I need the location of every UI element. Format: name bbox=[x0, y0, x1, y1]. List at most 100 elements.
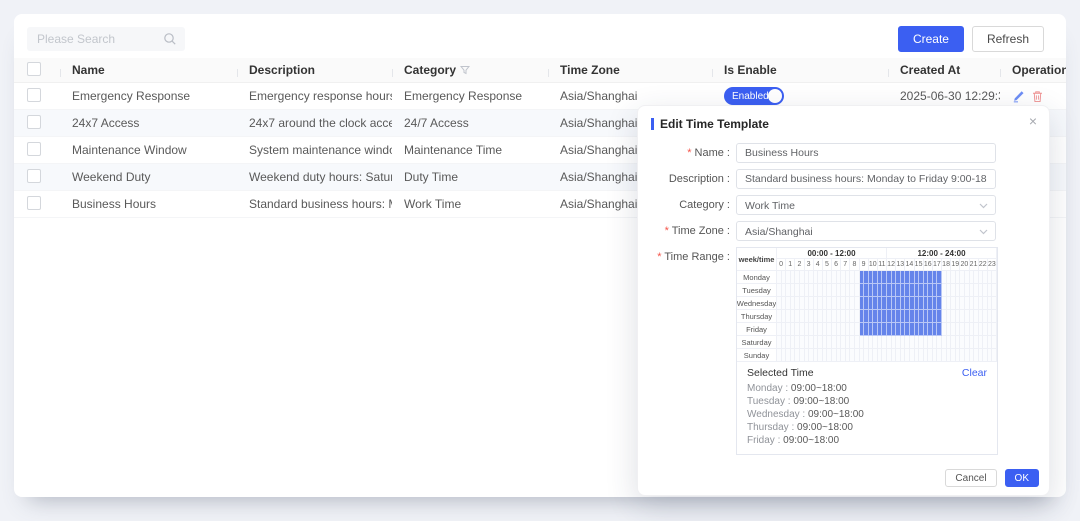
grid-hour-header: 13 bbox=[896, 259, 905, 271]
entry-range: 09:00~18:00 bbox=[791, 383, 847, 394]
chevron-down-icon bbox=[979, 229, 988, 235]
selected-time-entry: Friday09:00~18:00 bbox=[747, 434, 987, 447]
grid-hour-header: 12 bbox=[887, 259, 896, 271]
delete-icon[interactable] bbox=[1031, 90, 1044, 103]
title-accent-bar bbox=[651, 118, 654, 130]
name-label: Name bbox=[638, 143, 730, 163]
close-icon[interactable]: × bbox=[1029, 114, 1037, 128]
toggle-label: Enabled bbox=[724, 91, 769, 102]
column-header-timezone: Time Zone bbox=[548, 63, 712, 77]
grid-day-label: Saturday bbox=[737, 336, 777, 349]
row-name: Business Hours bbox=[60, 197, 237, 211]
grid-hour-header: 2 bbox=[795, 259, 804, 271]
entry-range: 09:00~18:00 bbox=[793, 396, 849, 407]
row-description: Emergency response hours: weekday... bbox=[237, 89, 392, 103]
row-category: Emergency Response bbox=[392, 89, 548, 103]
row-category: 24/7 Access bbox=[392, 116, 548, 130]
grid-time-cell[interactable] bbox=[992, 323, 997, 336]
search-input[interactable] bbox=[27, 27, 185, 51]
cancel-button[interactable]: Cancel bbox=[945, 469, 996, 487]
entry-range: 09:00~18:00 bbox=[783, 435, 839, 446]
dialog-title: Edit Time Template bbox=[660, 117, 769, 131]
refresh-button[interactable]: Refresh bbox=[972, 26, 1044, 52]
grid-hour-header: 5 bbox=[823, 259, 832, 271]
row-operation bbox=[1000, 90, 1066, 103]
selected-time-entry: Tuesday09:00~18:00 bbox=[747, 395, 987, 408]
grid-time-cell[interactable] bbox=[992, 284, 997, 297]
row-description: Standard business hours: Monday to ... bbox=[237, 197, 392, 211]
selected-time-entry: Wednesday09:00~18:00 bbox=[747, 408, 987, 421]
row-name: Emergency Response bbox=[60, 89, 237, 103]
row-checkbox[interactable] bbox=[27, 88, 41, 102]
row-description: System maintenance window: Sunda... bbox=[237, 143, 392, 157]
row-checkbox-cell bbox=[14, 196, 60, 213]
row-isenable: Enabled bbox=[712, 87, 888, 105]
row-name: Maintenance Window bbox=[60, 143, 237, 157]
grid-hour-header: 21 bbox=[970, 259, 979, 271]
timezone-selected-value: Asia/Shanghai bbox=[745, 226, 813, 238]
grid-time-cell[interactable] bbox=[992, 297, 997, 310]
category-selected-value: Work Time bbox=[745, 200, 795, 212]
grid-day-label: Wednesday bbox=[737, 297, 777, 310]
search-box bbox=[27, 27, 185, 51]
row-checkbox[interactable] bbox=[27, 142, 41, 156]
name-field[interactable] bbox=[736, 143, 996, 163]
grid-corner-label: week/time bbox=[737, 248, 777, 271]
grid-time-cell[interactable] bbox=[992, 336, 997, 349]
row-category: Maintenance Time bbox=[392, 143, 548, 157]
create-button[interactable]: Create bbox=[898, 26, 964, 52]
description-field[interactable] bbox=[736, 169, 996, 189]
grid-hour-header: 3 bbox=[805, 259, 814, 271]
enable-toggle[interactable]: Enabled bbox=[724, 87, 784, 105]
grid-hour-header: 22 bbox=[979, 259, 988, 271]
row-timezone: Asia/Shanghai bbox=[548, 89, 712, 103]
time-range-panel: week/time00:00 - 12:0012:00 - 24:0001234… bbox=[736, 247, 998, 455]
row-checkbox-cell bbox=[14, 115, 60, 132]
grid-day-label: Tuesday bbox=[737, 284, 777, 297]
grid-time-cell[interactable] bbox=[992, 271, 997, 284]
column-header-operation: Operation bbox=[1000, 63, 1066, 77]
grid-time-cell[interactable] bbox=[992, 310, 997, 323]
grid-time-cell[interactable] bbox=[992, 349, 997, 362]
column-header-name: Name bbox=[60, 63, 237, 77]
column-header-isenable: Is Enable bbox=[712, 63, 888, 77]
row-name: 24x7 Access bbox=[60, 116, 237, 130]
filter-icon[interactable] bbox=[460, 65, 470, 75]
edit-icon[interactable] bbox=[1012, 90, 1025, 103]
timerange-label: Time Range bbox=[638, 247, 730, 455]
selected-time-entry: Thursday09:00~18:00 bbox=[747, 421, 987, 434]
select-all-checkbox[interactable] bbox=[27, 62, 41, 76]
grid-hour-header: 20 bbox=[960, 259, 969, 271]
grid-day-label: Sunday bbox=[737, 349, 777, 362]
row-createdat: 2025-06-30 12:29:34 bbox=[888, 89, 1000, 103]
row-checkbox-cell bbox=[14, 88, 60, 105]
category-select[interactable]: Work Time bbox=[736, 195, 996, 215]
grid-hour-header: 10 bbox=[869, 259, 878, 271]
entry-day: Friday bbox=[747, 435, 783, 446]
row-checkbox-cell bbox=[14, 169, 60, 186]
column-header-createdat: Created At bbox=[888, 63, 1000, 77]
clear-link[interactable]: Clear bbox=[962, 367, 987, 379]
grid-hour-header: 17 bbox=[933, 259, 942, 271]
row-name: Weekend Duty bbox=[60, 170, 237, 184]
grid-hour-header: 7 bbox=[841, 259, 850, 271]
grid-hour-header: 16 bbox=[924, 259, 933, 271]
column-header-category: Category bbox=[392, 63, 548, 77]
selected-time-section: Selected Time Clear Monday09:00~18:00Tue… bbox=[737, 362, 997, 454]
selected-time-list: Monday09:00~18:00Tuesday09:00~18:00Wedne… bbox=[747, 382, 987, 447]
grid-group-header: 12:00 - 24:00 bbox=[887, 248, 997, 259]
dialog-footer: Cancel OK bbox=[945, 469, 1039, 487]
row-checkbox[interactable] bbox=[27, 115, 41, 129]
column-header-description: Description bbox=[237, 63, 392, 77]
search-icon bbox=[163, 32, 177, 46]
grid-hour-header: 8 bbox=[850, 259, 859, 271]
timezone-select[interactable]: Asia/Shanghai bbox=[736, 221, 996, 241]
row-category: Work Time bbox=[392, 197, 548, 211]
row-checkbox[interactable] bbox=[27, 196, 41, 210]
grid-hour-header: 23 bbox=[988, 259, 997, 271]
ok-button[interactable]: OK bbox=[1005, 469, 1039, 487]
grid-hour-header: 6 bbox=[832, 259, 841, 271]
row-checkbox[interactable] bbox=[27, 169, 41, 183]
selected-time-entry: Monday09:00~18:00 bbox=[747, 382, 987, 395]
table-header: Name Description Category Time Zone Is E… bbox=[14, 58, 1066, 83]
